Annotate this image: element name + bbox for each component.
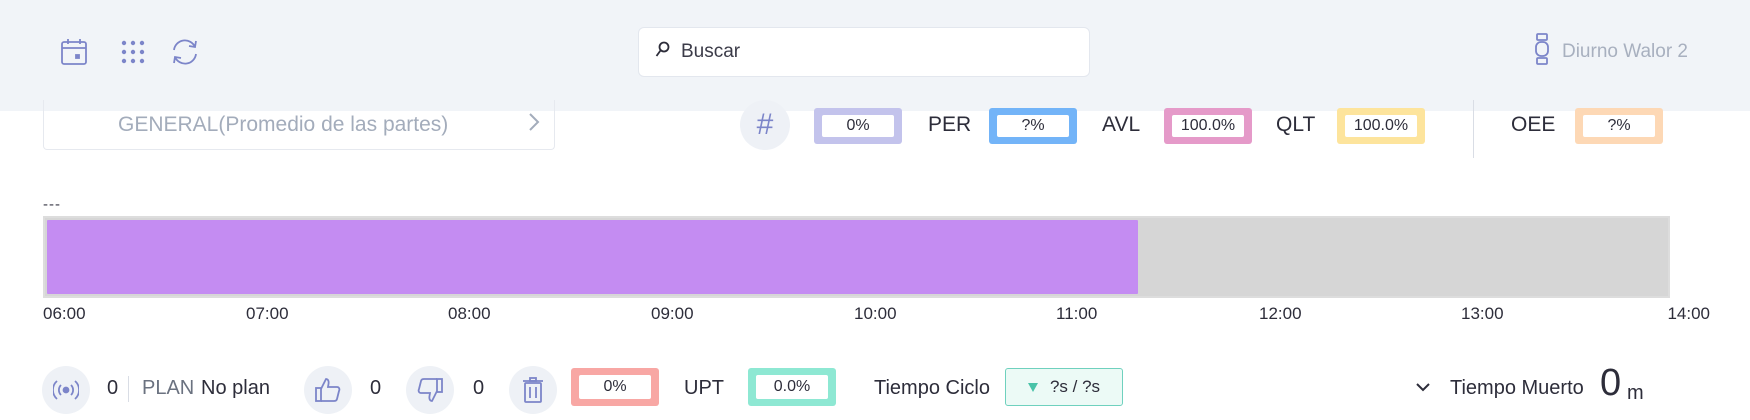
thumbs-down-icon[interactable] [406, 366, 454, 414]
scrap-pill: 0% [571, 368, 659, 406]
signal-count: 0 [107, 377, 119, 399]
scrap-value: 0% [579, 375, 651, 399]
cycle-time-value: ?s / ?s [1049, 377, 1101, 396]
dead-time-value: 0 [1600, 362, 1622, 404]
tick-label: 09:00 [651, 304, 694, 323]
metrics-bar: # 0% PER ?% AVL 100.0% QLT 100.0% OEE ?% [0, 100, 1750, 158]
cycle-label: Tiempo Ciclo [874, 377, 990, 399]
signal-icon[interactable] [42, 366, 90, 414]
calendar-icon[interactable] [56, 34, 92, 70]
per-value: ?% [997, 115, 1069, 137]
trash-icon[interactable] [509, 366, 557, 414]
plan-label: PLAN [142, 377, 195, 399]
upt-pill: 0.0% [748, 368, 836, 406]
tick-label: 11:00 [1056, 304, 1098, 323]
watch-icon [1534, 33, 1550, 71]
upt-value: 0.0% [756, 375, 828, 399]
tick-label: 08:00 [448, 304, 491, 323]
per-label: PER [928, 113, 972, 136]
bad-count: 0 [473, 377, 485, 399]
hash-icon[interactable]: # [740, 100, 790, 150]
tick-label: 06:00 [43, 304, 86, 323]
search-box[interactable] [638, 27, 1090, 77]
dead-time-unit: m [1627, 382, 1644, 404]
avl-value: 100.0% [1172, 115, 1244, 137]
qlt-label: QLT [1276, 113, 1316, 136]
plan-value: No plan [201, 377, 270, 399]
search-icon [655, 41, 671, 64]
refresh-icon[interactable] [167, 34, 203, 70]
cycle-time-box[interactable]: ?s / ?s [1005, 368, 1123, 406]
count-metric-value: 0% [822, 115, 894, 137]
oee-pill: ?% [1575, 108, 1663, 144]
metrics-divider [1473, 100, 1474, 158]
timeline-progress-fill [47, 220, 1138, 294]
oee-label: OEE [1511, 113, 1556, 136]
tick-label: 13:00 [1461, 304, 1504, 323]
avl-label: AVL [1102, 113, 1141, 136]
user-label: Diurno Walor 2 [1561, 41, 1688, 62]
oee-value: ?% [1583, 115, 1655, 137]
tick-label: 12:00 [1259, 304, 1302, 323]
plan-separator [128, 376, 129, 402]
tick-label: 10:00 [854, 304, 897, 323]
good-count: 0 [370, 377, 382, 399]
qlt-pill: 100.0% [1337, 108, 1425, 144]
count-metric-pill: 0% [814, 108, 902, 144]
thumbs-up-icon[interactable] [304, 366, 352, 414]
bottom-stats-row: 0 PLAN No plan 0 0 0% UPT 0.0% Tiempo Ci… [0, 362, 1750, 414]
dead-time-label: Tiempo Muerto [1450, 377, 1584, 399]
avl-pill: 100.0% [1164, 108, 1252, 144]
search-input[interactable] [681, 41, 1061, 63]
tick-label: 07:00 [246, 304, 289, 323]
top-bar: Diurno Walor 2 [0, 0, 1750, 111]
production-timeline[interactable] [43, 216, 1670, 298]
per-pill: ?% [989, 108, 1077, 144]
triangle-down-icon [1027, 382, 1038, 392]
apps-grid-icon[interactable] [115, 34, 151, 70]
tick-label: 14:00 [1667, 304, 1710, 323]
timeline-caption: --- [43, 196, 61, 213]
user-menu[interactable]: Diurno Walor 2 [1534, 33, 1688, 71]
qlt-value: 100.0% [1345, 115, 1417, 137]
upt-label: UPT [684, 377, 724, 399]
chevron-down-icon[interactable] [1412, 376, 1434, 403]
